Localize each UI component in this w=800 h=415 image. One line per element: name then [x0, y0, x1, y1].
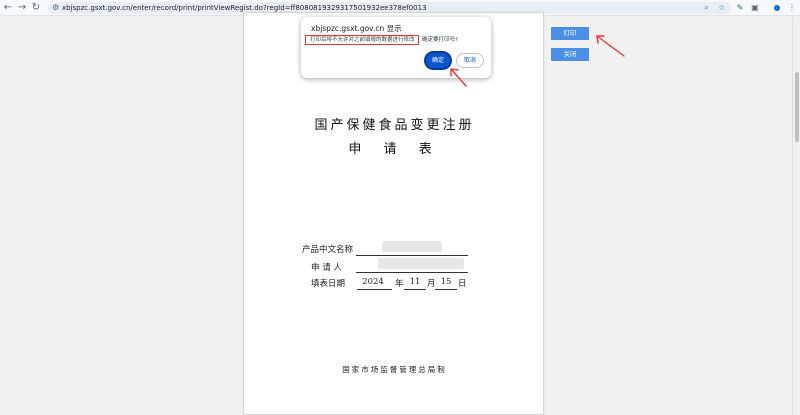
extension-icon[interactable]: ✎: [734, 2, 746, 14]
scrollbar-thumb[interactable]: [795, 72, 799, 142]
profile-icon[interactable]: ●: [771, 2, 783, 14]
applicant-value-redacted: [378, 258, 464, 269]
dialog-ok-button[interactable]: 确定: [426, 53, 450, 68]
date-day: 15: [440, 277, 452, 287]
back-icon[interactable]: ←: [2, 2, 14, 14]
dialog-message-highlighted: 打印后将不允许对之前填报的数据进行修改: [310, 37, 415, 43]
forward-icon[interactable]: →: [16, 2, 28, 14]
menu-icon[interactable]: ⋮: [786, 2, 798, 14]
date-year-underline: [357, 289, 392, 290]
date-month-underline: [404, 289, 426, 290]
dialog-title: xbjspzc.gsxt.gov.cn 显示: [311, 24, 402, 33]
zoom-icon[interactable]: ⌕: [704, 2, 708, 14]
vertical-scrollbar[interactable]: [792, 17, 800, 415]
applicant-underline: [356, 272, 468, 273]
date-year-unit: 年: [395, 279, 404, 289]
print-button[interactable]: 打印: [551, 27, 589, 40]
date-day-underline: [435, 289, 457, 290]
dialog-message-highlight-box: 打印后将不允许对之前填报的数据进行修改: [305, 35, 419, 45]
applicant-label: 申 请 人: [311, 263, 342, 273]
date-month-unit: 月: [427, 279, 436, 289]
document-subtitle: 申 请 表: [348, 142, 441, 157]
issuer-footer: 国家市场监督管理总局制: [342, 365, 447, 374]
confirm-dialog: xbjspzc.gsxt.gov.cn 显示 打印后将不允许对之前填报的数据进行…: [301, 17, 491, 78]
reload-icon[interactable]: ↻: [30, 2, 42, 14]
bookmark-star-icon[interactable]: ☆: [718, 2, 725, 14]
dialog-cancel-button[interactable]: 取消: [456, 53, 484, 68]
product-name-label: 产品中文名称: [302, 245, 354, 255]
extensions-puzzle-icon[interactable]: ▣: [749, 2, 761, 14]
date-day-unit: 日: [458, 279, 467, 289]
date-month: 11: [409, 277, 421, 287]
product-name-underline: [356, 255, 468, 256]
close-button[interactable]: 关闭: [551, 48, 589, 61]
product-name-value-redacted: [382, 241, 442, 252]
date-label: 填表日期: [311, 279, 346, 289]
document-title: 国产保健食品变更注册: [314, 118, 475, 133]
dialog-message-question: 确定要打印吗?: [422, 37, 458, 43]
date-year: 2024: [362, 277, 384, 287]
site-info-icon[interactable]: ⚙: [52, 3, 59, 13]
